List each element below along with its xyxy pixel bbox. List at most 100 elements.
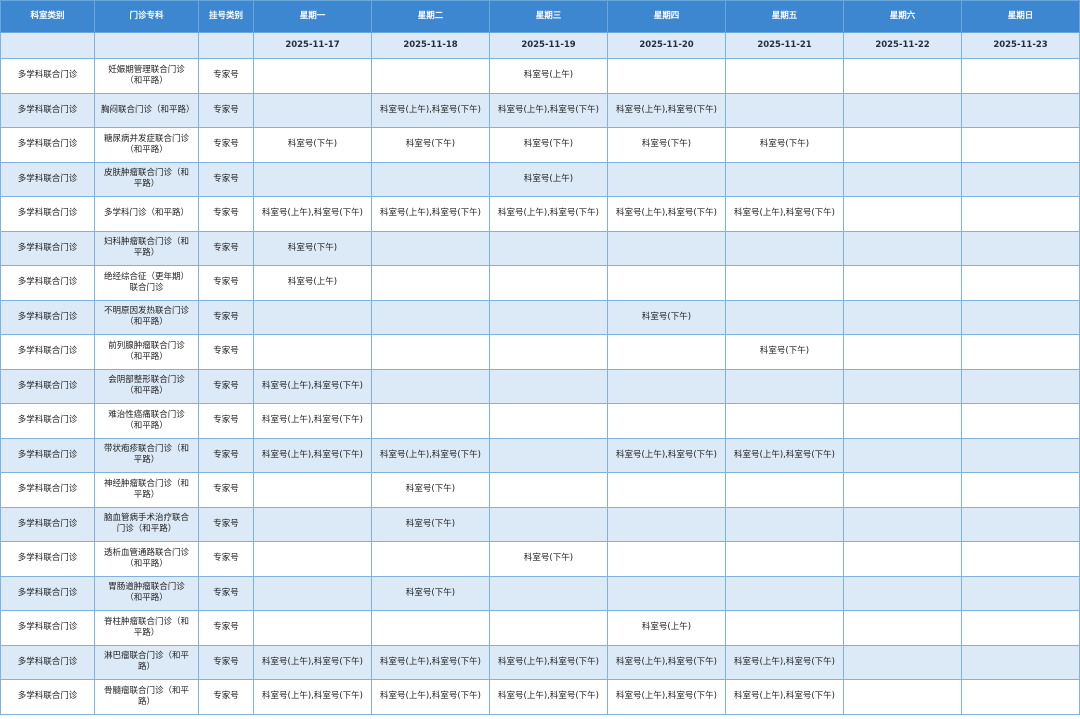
slot-cell: [843, 541, 962, 577]
slot-cell[interactable]: 科室号(上午),科室号(下午): [725, 437, 844, 473]
slot-cell: [843, 368, 962, 404]
slot-cell: [843, 58, 962, 94]
slot-cell: [843, 575, 962, 611]
registration-type-cell: 专家号: [198, 644, 254, 680]
date-cell: 2025-11-19: [489, 32, 608, 59]
slot-cell: [253, 575, 372, 611]
slot-cell[interactable]: 科室号(上午),科室号(下午): [371, 196, 490, 232]
slot-cell: [489, 299, 608, 335]
slot-cell[interactable]: 科室号(上午),科室号(下午): [253, 196, 372, 232]
date-cell: 2025-11-23: [961, 32, 1080, 59]
table-row: 多学科联合门诊 脊柱肿瘤联合门诊（和平路） 专家号 科室号(上午): [0, 610, 1080, 646]
slot-cell[interactable]: 科室号(上午),科室号(下午): [489, 92, 608, 128]
slot-cell[interactable]: 科室号(下午): [489, 127, 608, 163]
slot-cell: [961, 403, 1080, 439]
slot-cell[interactable]: 科室号(上午),科室号(下午): [371, 92, 490, 128]
slot-cell[interactable]: 科室号(下午): [607, 299, 726, 335]
dept-cell: 多学科联合门诊: [0, 299, 95, 335]
slot-cell[interactable]: 科室号(上午),科室号(下午): [725, 679, 844, 715]
dept-cell: 多学科联合门诊: [0, 610, 95, 646]
slot-cell[interactable]: 科室号(上午),科室号(下午): [607, 644, 726, 680]
date-blank: [198, 32, 254, 59]
slot-cell: [843, 196, 962, 232]
slot-cell: [843, 644, 962, 680]
slot-cell: [489, 334, 608, 370]
slot-cell: [253, 334, 372, 370]
slot-cell[interactable]: 科室号(下午): [489, 541, 608, 577]
slot-cell[interactable]: 科室号(上午),科室号(下午): [607, 437, 726, 473]
slot-cell[interactable]: 科室号(上午),科室号(下午): [725, 196, 844, 232]
dept-cell: 多学科联合门诊: [0, 575, 95, 611]
slot-cell: [489, 403, 608, 439]
slot-cell[interactable]: 科室号(上午),科室号(下午): [489, 679, 608, 715]
slot-cell: [607, 541, 726, 577]
slot-cell: [843, 334, 962, 370]
date-cell: 2025-11-21: [725, 32, 844, 59]
slot-cell: [843, 265, 962, 301]
slot-cell[interactable]: 科室号(上午),科室号(下午): [489, 196, 608, 232]
slot-cell[interactable]: 科室号(下午): [371, 127, 490, 163]
slot-cell[interactable]: 科室号(上午),科室号(下午): [607, 196, 726, 232]
slot-cell[interactable]: 科室号(上午),科室号(下午): [371, 437, 490, 473]
clinic-cell: 会阴部整形联合门诊（和平路）: [94, 368, 199, 404]
slot-cell: [489, 368, 608, 404]
slot-cell[interactable]: 科室号(上午),科室号(下午): [253, 368, 372, 404]
slot-cell: [253, 92, 372, 128]
slot-cell[interactable]: 科室号(下午): [371, 472, 490, 508]
clinic-cell: 绝经综合征（更年期）联合门诊: [94, 265, 199, 301]
slot-cell[interactable]: 科室号(上午),科室号(下午): [253, 437, 372, 473]
registration-type-cell: 专家号: [198, 161, 254, 197]
table-row: 多学科联合门诊 胸闷联合门诊（和平路） 专家号 科室号(上午),科室号(下午) 科室号(…: [0, 92, 1080, 128]
slot-cell: [607, 265, 726, 301]
slot-cell: [489, 437, 608, 473]
slot-cell[interactable]: 科室号(上午),科室号(下午): [253, 644, 372, 680]
slot-cell: [371, 265, 490, 301]
slot-cell[interactable]: 科室号(上午): [253, 265, 372, 301]
registration-type-cell: 专家号: [198, 265, 254, 301]
slot-cell: [253, 472, 372, 508]
slot-cell[interactable]: 科室号(上午),科室号(下午): [253, 403, 372, 439]
slot-cell[interactable]: 科室号(上午),科室号(下午): [607, 92, 726, 128]
clinic-cell: 胃肠道肿瘤联合门诊（和平路）: [94, 575, 199, 611]
slot-cell[interactable]: 科室号(上午): [607, 610, 726, 646]
slot-cell[interactable]: 科室号(下午): [253, 127, 372, 163]
slot-cell[interactable]: 科室号(下午): [725, 334, 844, 370]
slot-cell[interactable]: 科室号(上午),科室号(下午): [371, 679, 490, 715]
slot-cell: [961, 644, 1080, 680]
column-header-monday: 星期一: [253, 0, 372, 33]
table-row: 多学科联合门诊 妊娠期管理联合门诊（和平路） 专家号 科室号(上午): [0, 58, 1080, 94]
slot-cell[interactable]: 科室号(下午): [371, 575, 490, 611]
slot-cell: [371, 368, 490, 404]
slot-cell: [961, 679, 1080, 715]
clinic-cell: 难治性癌痛联合门诊（和平路）: [94, 403, 199, 439]
table-row: 多学科联合门诊 淋巴瘤联合门诊（和平路） 专家号 科室号(上午),科室号(下午) 科室号…: [0, 644, 1080, 680]
table-row: 多学科联合门诊 糖尿病并发症联合门诊（和平路） 专家号 科室号(下午) 科室号(下午) 科…: [0, 127, 1080, 163]
slot-cell: [843, 230, 962, 266]
slot-cell[interactable]: 科室号(下午): [371, 506, 490, 542]
date-blank: [94, 32, 199, 59]
slot-cell: [961, 230, 1080, 266]
slot-cell[interactable]: 科室号(下午): [253, 230, 372, 266]
slot-cell[interactable]: 科室号(上午): [489, 58, 608, 94]
slot-cell: [961, 472, 1080, 508]
slot-cell: [371, 610, 490, 646]
slot-cell: [371, 161, 490, 197]
table-row: 多学科联合门诊 胃肠道肿瘤联合门诊（和平路） 专家号 科室号(下午): [0, 575, 1080, 611]
clinic-cell: 骨髓瘤联合门诊（和平路）: [94, 679, 199, 715]
slot-cell[interactable]: 科室号(上午),科室号(下午): [725, 644, 844, 680]
slot-cell[interactable]: 科室号(下午): [607, 127, 726, 163]
slot-cell[interactable]: 科室号(上午),科室号(下午): [489, 644, 608, 680]
clinic-cell: 皮肤肿瘤联合门诊（和平路）: [94, 161, 199, 197]
slot-cell: [253, 506, 372, 542]
slot-cell[interactable]: 科室号(上午),科室号(下午): [371, 644, 490, 680]
slot-cell[interactable]: 科室号(上午): [489, 161, 608, 197]
slot-cell: [371, 58, 490, 94]
clinic-cell: 妊娠期管理联合门诊（和平路）: [94, 58, 199, 94]
slot-cell: [725, 403, 844, 439]
slot-cell: [253, 610, 372, 646]
table-row: 多学科联合门诊 神经肿瘤联合门诊（和平路） 专家号 科室号(下午): [0, 472, 1080, 508]
slot-cell[interactable]: 科室号(下午): [725, 127, 844, 163]
slot-cell[interactable]: 科室号(上午),科室号(下午): [607, 679, 726, 715]
slot-cell[interactable]: 科室号(上午),科室号(下午): [253, 679, 372, 715]
table-body: 多学科联合门诊 妊娠期管理联合门诊（和平路） 专家号 科室号(上午) 多学科联合门诊 胸闷…: [0, 58, 1080, 715]
